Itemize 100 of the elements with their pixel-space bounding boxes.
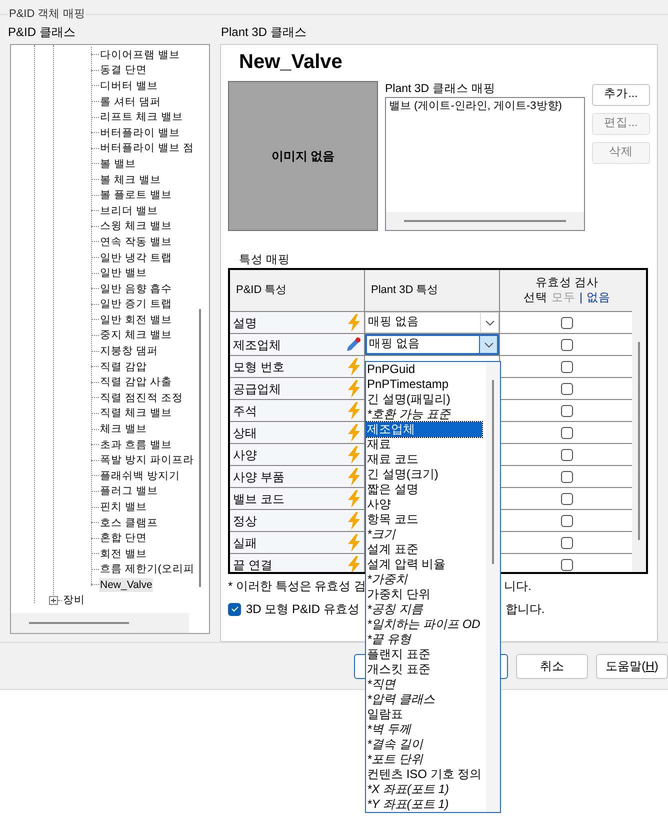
dropdown-item[interactable]: 가중치 단위 (366, 587, 482, 602)
property-name: 제조업체 (233, 336, 281, 354)
validation-checkbox[interactable] (561, 426, 573, 438)
tree-item[interactable]: 리프트 체크 밸브 (99, 110, 184, 124)
option-label: 3D 모형 P&ID 유효성 (246, 601, 360, 618)
dropdown-item[interactable]: *벽 두께 (366, 722, 482, 737)
tree-item[interactable]: 핀치 밸브 (99, 500, 148, 514)
validation-checkbox[interactable] (561, 448, 573, 460)
tree-item[interactable]: 롤 셔터 댐퍼 (99, 94, 162, 109)
dropdown-item[interactable]: *압력 클래스 (366, 692, 482, 707)
validation-checkbox[interactable] (561, 492, 573, 504)
dropdown-item[interactable]: 긴 설명(크기) (366, 467, 482, 482)
column-header: Plant 3D 특성 (365, 270, 500, 311)
dropdown-item[interactable]: 긴 설명(패밀리) (366, 392, 482, 407)
dropdown-item[interactable]: *포트 단위 (366, 752, 482, 767)
tree-item[interactable]: 회전 밸브 (99, 546, 148, 561)
select-none-link[interactable]: 없음 (586, 292, 610, 304)
vertical-scrollbar[interactable] (199, 309, 201, 587)
dropdown-item[interactable]: 짧은 설명 (366, 482, 482, 497)
validation-checkbox[interactable] (561, 382, 573, 394)
tree-item[interactable]: 버터플라이 밸브 (99, 126, 181, 140)
tree-item[interactable]: 스윙 체크 밸브 (99, 219, 173, 234)
tree-item[interactable]: 직렬 점진적 조정 (99, 390, 184, 405)
tree-item[interactable]: 흐름 제한기(오리피 (99, 562, 196, 576)
expand-icon[interactable] (49, 596, 58, 606)
dropdown-item[interactable]: 제조업체 (366, 422, 482, 437)
validation-checkbox[interactable] (561, 536, 573, 548)
tree-item[interactable]: 일반 밸브 (99, 266, 148, 280)
validation-checkbox[interactable] (561, 404, 573, 416)
validation-checkbox[interactable] (561, 514, 573, 526)
mapping-combobox[interactable]: 매핑 없음 (365, 334, 499, 355)
dropdown-item[interactable]: 컨텐츠 ISO 기호 정의 (366, 767, 482, 782)
vertical-scrollbar[interactable] (638, 342, 640, 540)
property-name: 상태 (233, 424, 257, 442)
tree-item[interactable]: 일반 음향 흡수 (99, 282, 173, 296)
dropdown-item[interactable]: *크기 (366, 527, 482, 542)
tree-item[interactable]: 볼 플로트 밸브 (99, 188, 173, 202)
property-name: 공급업체 (233, 380, 281, 398)
dialog-button[interactable]: 취소 (516, 654, 588, 678)
validation-option-checkbox[interactable] (228, 602, 241, 616)
dropdown-item[interactable]: 설계 압력 비율 (366, 557, 482, 572)
mapping-button[interactable]: 추가... (592, 84, 650, 106)
tree-item[interactable]: 브리더 밸브 (99, 204, 159, 218)
dropdown-item[interactable]: 설계 표준 (366, 542, 482, 557)
dropdown-item[interactable]: 일람표 (366, 707, 482, 722)
tree-item[interactable]: 디버터 밸브 (99, 78, 159, 93)
tree-item[interactable]: 볼 밸브 (99, 156, 137, 171)
tree-item[interactable]: 체크 밸브 (99, 422, 148, 436)
dropdown-item[interactable]: PnPGuid (366, 362, 482, 377)
tree-item[interactable]: 동결 단면 (99, 63, 148, 78)
dropdown-item[interactable]: *가중치 (366, 572, 482, 587)
tree-item[interactable]: 초과 흐름 밸브 (99, 438, 173, 452)
dropdown-item[interactable]: 플랜지 표준 (366, 647, 482, 662)
dropdown-item[interactable]: *일치하는 파이프 OD (366, 617, 482, 632)
tree-item[interactable]: 일반 증기 트랩 (99, 297, 173, 312)
lightning-icon (347, 424, 361, 442)
dropdown-item[interactable]: 사양 (366, 497, 482, 512)
tree-item[interactable]: 폭발 방지 파이프라 (99, 453, 195, 468)
tree-item[interactable]: 연속 작동 밸브 (99, 234, 173, 249)
tree-item[interactable]: 플러그 밸브 (99, 484, 159, 498)
tree-item[interactable]: New_Valve (99, 578, 154, 592)
dropdown-item[interactable]: 재료 (366, 437, 482, 452)
tree-item[interactable]: 호스 클램프 (99, 516, 159, 530)
dropdown-item[interactable]: *호환 가능 표준 (366, 407, 482, 422)
validation-checkbox[interactable] (561, 360, 573, 372)
dropdown-item[interactable]: *Y 좌표(포트 1) (366, 797, 482, 812)
tree-item[interactable]: 볼 체크 밸브 (99, 172, 162, 187)
tree-item[interactable]: 플래쉬백 방지기 (99, 468, 181, 483)
dropdown-item[interactable]: PnPTimestamp (366, 377, 482, 392)
tree-item[interactable]: 다이어프램 밸브 (99, 48, 181, 62)
dropdown-item[interactable]: *끝 유형 (366, 632, 482, 647)
tree-item[interactable]: 직렬 체크 밸브 (99, 406, 173, 420)
tree-item[interactable]: 지붕창 댐퍼 (99, 344, 159, 358)
validation-checkbox[interactable] (561, 338, 573, 350)
validation-checkbox[interactable] (561, 316, 573, 328)
tree-item[interactable]: 일반 냉각 트랩 (99, 250, 173, 265)
tree-item[interactable]: 직렬 감압 (99, 360, 148, 374)
tree-item[interactable]: 직렬 감압 사출 (99, 375, 173, 390)
dropdown-item[interactable]: *X 좌표(포트 1) (366, 782, 482, 797)
tree-item[interactable]: 일반 회전 밸브 (99, 312, 173, 327)
horizontal-scrollbar[interactable] (29, 622, 129, 624)
section-label: Plant 3D 클래스 (221, 24, 308, 41)
property-name: 끝 연결 (233, 556, 272, 572)
dropdown-item[interactable]: *직면 (366, 677, 482, 692)
tree-item[interactable]: 혼합 단면 (99, 531, 148, 546)
tree-item[interactable]: 장비 (62, 592, 86, 609)
dropdown-item[interactable]: 개스킷 표준 (366, 662, 482, 677)
mapping-combobox[interactable]: 매핑 없음 (365, 312, 499, 333)
validation-checkbox[interactable] (561, 470, 573, 482)
vertical-scrollbar[interactable] (492, 380, 494, 564)
dropdown-item[interactable]: *공칭 지름 (366, 602, 482, 617)
dropdown-item[interactable]: 재료 코드 (366, 452, 482, 467)
horizontal-scrollbar[interactable] (404, 220, 566, 222)
dropdown-item[interactable]: *결속 길이 (366, 737, 482, 752)
list-item[interactable]: 밸브 (게이트-인라인, 게이트-3방향) (386, 98, 584, 114)
validation-checkbox[interactable] (561, 558, 573, 570)
tree-item[interactable]: 버터플라이 밸브 점 (99, 141, 195, 156)
dropdown-item[interactable]: 항목 코드 (366, 512, 482, 527)
dialog-button[interactable]: 도움말(H) (596, 654, 668, 678)
tree-item[interactable]: 중지 체크 밸브 (99, 328, 173, 342)
